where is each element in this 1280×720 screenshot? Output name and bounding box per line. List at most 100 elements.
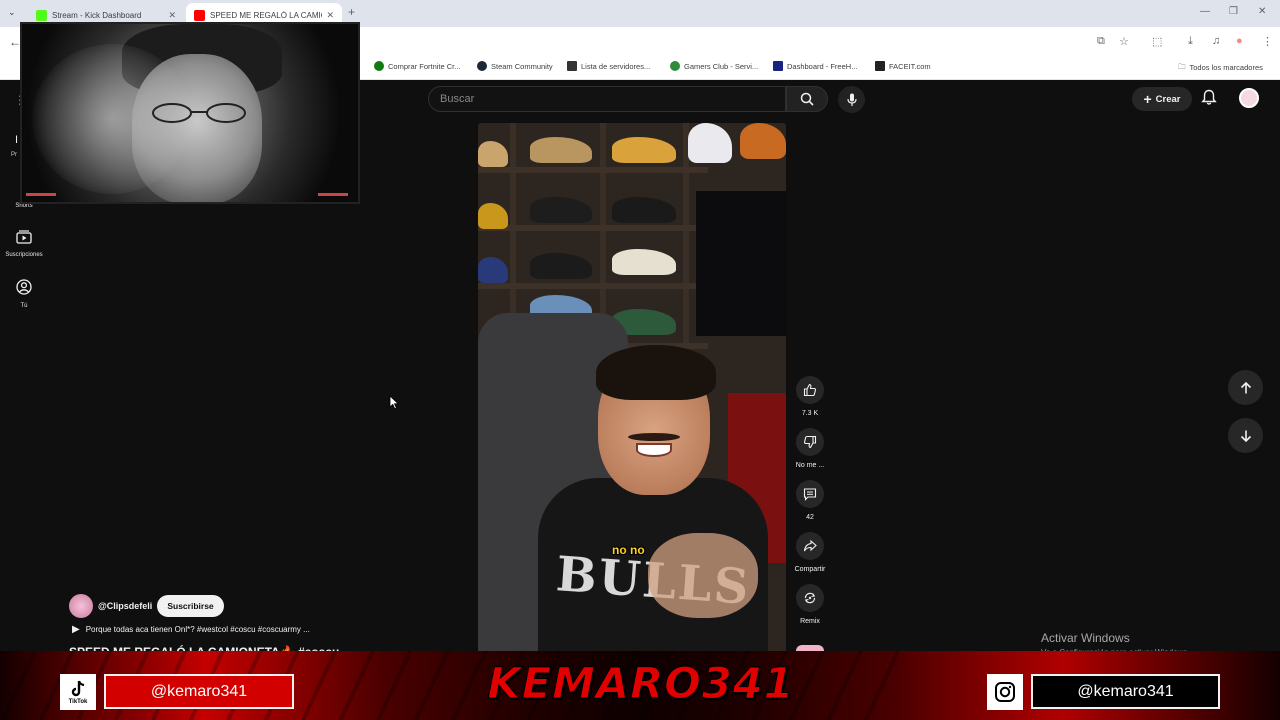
webcam-bar-right bbox=[318, 193, 348, 196]
dislike-button[interactable]: No me ... bbox=[786, 428, 834, 469]
xbox-icon bbox=[374, 61, 384, 71]
bookmark-label: Lista de servidores... bbox=[581, 61, 651, 71]
all-bookmarks-folder[interactable]: 🗀 Todos los marcadores bbox=[1178, 61, 1263, 74]
remix-button[interactable]: Remix bbox=[786, 584, 834, 625]
minimize-icon[interactable]: — bbox=[1200, 6, 1210, 17]
gamersclub-icon bbox=[670, 61, 680, 71]
plus-icon: + bbox=[1143, 91, 1152, 107]
you-icon bbox=[16, 279, 32, 295]
dislike-label: No me ... bbox=[795, 462, 825, 469]
sidebar-item-you[interactable]: Tú bbox=[0, 279, 48, 309]
tab-title: Stream - Kick Dashboard bbox=[52, 10, 142, 20]
channel-name[interactable]: @Clipsdefeli bbox=[98, 601, 152, 611]
share-button[interactable]: Compartir bbox=[786, 532, 834, 573]
smile bbox=[636, 443, 672, 457]
search-icon bbox=[800, 92, 814, 106]
restore-icon[interactable]: ❐ bbox=[1229, 6, 1238, 17]
home-partial-icon[interactable]: I bbox=[15, 134, 18, 146]
bookmark-item[interactable]: Dashboard - FreeH... bbox=[773, 61, 857, 71]
sneaker bbox=[478, 257, 508, 283]
subscribe-button[interactable]: Suscribirse bbox=[157, 595, 224, 617]
sneaker bbox=[612, 137, 676, 163]
sneaker bbox=[530, 137, 592, 163]
channel-avatar[interactable] bbox=[69, 594, 93, 618]
screen: ⌄ Stream - Kick Dashboard ✕ SPEED ME REG… bbox=[0, 0, 1280, 720]
mouse-cursor-icon bbox=[389, 395, 399, 410]
video-caption: no no bbox=[612, 543, 645, 557]
bookmark-item[interactable]: Comprar Fortnite Cr... bbox=[374, 61, 461, 71]
media-icon[interactable]: ♫ bbox=[1212, 35, 1220, 47]
glasses bbox=[152, 103, 246, 123]
bookmark-item[interactable]: FACEIT.com bbox=[875, 61, 931, 71]
sidebar-item-subscriptions[interactable]: Suscripciones bbox=[0, 230, 48, 258]
faceit-icon bbox=[875, 61, 885, 71]
sidebar-item-label: Tú bbox=[20, 303, 28, 309]
webcam-bar-left bbox=[26, 193, 56, 196]
tab-close-icon[interactable]: ✕ bbox=[326, 10, 334, 21]
shelf bbox=[478, 225, 708, 231]
instagram-logo bbox=[987, 674, 1023, 710]
bookmark-item[interactable]: Gamers Club - Servi... bbox=[670, 61, 758, 71]
new-tab-button[interactable]: + bbox=[348, 5, 355, 19]
search-input[interactable]: Buscar bbox=[428, 86, 786, 112]
activate-windows-title: Activar Windows bbox=[1041, 631, 1130, 645]
search-button[interactable] bbox=[786, 86, 828, 112]
sidebar-item-label: Suscripciones bbox=[5, 252, 43, 258]
tiktok-logo: TikTok bbox=[60, 674, 96, 710]
sneaker bbox=[612, 249, 676, 275]
shelf bbox=[478, 167, 708, 173]
profile-icon[interactable]: ● bbox=[1236, 35, 1243, 47]
comments-button[interactable]: 42 bbox=[786, 480, 834, 521]
youtube-icon bbox=[194, 9, 205, 21]
bookmark-label: FACEIT.com bbox=[889, 61, 931, 71]
shelf bbox=[478, 283, 708, 289]
bookmark-item[interactable]: Steam Community bbox=[477, 61, 553, 71]
tab-search-chevron-icon[interactable]: ⌄ bbox=[8, 7, 16, 18]
bookmark-label: Steam Community bbox=[491, 61, 553, 71]
download-icon[interactable]: ⤓ bbox=[1188, 35, 1193, 48]
bookmark-label: Comprar Fortnite Cr... bbox=[388, 61, 461, 71]
sneaker-box bbox=[688, 123, 732, 163]
share-label: Compartir bbox=[794, 566, 826, 573]
tab-title: SPEED ME REGALÓ LA CAMIONE bbox=[210, 10, 322, 20]
create-label: Crear bbox=[1155, 93, 1181, 105]
sneaker bbox=[612, 197, 676, 223]
comment-icon bbox=[803, 488, 817, 501]
subscriptions-icon bbox=[16, 230, 32, 244]
next-short-button[interactable] bbox=[1228, 418, 1263, 453]
tiktok-label: TikTok bbox=[68, 698, 88, 705]
dashboard-icon bbox=[773, 61, 783, 71]
bookmark-label: Dashboard - FreeH... bbox=[787, 61, 858, 71]
sneaker bbox=[530, 253, 592, 279]
account-avatar[interactable] bbox=[1239, 88, 1259, 108]
comment-count: 42 bbox=[806, 514, 814, 521]
search-placeholder: Buscar bbox=[440, 93, 475, 105]
notifications-bell-icon[interactable] bbox=[1201, 89, 1217, 106]
menu-icon[interactable]: ⋮ bbox=[1262, 35, 1273, 48]
person-hair bbox=[596, 345, 716, 400]
tab-close-icon[interactable]: ✕ bbox=[168, 10, 176, 21]
video-description[interactable]: ▶ Porque todas aca tienen Onl*? #westcol… bbox=[72, 624, 310, 635]
like-icon bbox=[803, 383, 817, 397]
bookmark-label: Todos los marcadores bbox=[1189, 63, 1263, 72]
like-button[interactable]: 7.3 K bbox=[786, 376, 834, 417]
remix-icon bbox=[804, 592, 816, 604]
steam-icon bbox=[477, 61, 487, 71]
window-close-icon[interactable]: ✕ bbox=[1258, 6, 1266, 17]
voice-search-button[interactable] bbox=[838, 86, 865, 113]
mustache bbox=[628, 433, 680, 441]
tiktok-icon bbox=[71, 680, 85, 696]
previous-short-button[interactable] bbox=[1228, 370, 1263, 405]
tiktok-handle: @kemaro341 bbox=[104, 674, 294, 709]
install-app-icon[interactable]: ⧉ bbox=[1097, 35, 1105, 48]
share-icon bbox=[803, 539, 817, 552]
bookmark-label: Gamers Club - Servi... bbox=[684, 61, 759, 71]
create-button[interactable]: + Crear bbox=[1132, 87, 1192, 111]
bookmark-item[interactable]: Lista de servidores... bbox=[567, 61, 650, 71]
arrow-down-icon bbox=[1240, 430, 1251, 442]
bookmark-star-icon[interactable]: ☆ bbox=[1119, 35, 1129, 48]
instagram-icon bbox=[995, 682, 1015, 702]
shorts-video-player[interactable]: BULLS no no bbox=[478, 123, 786, 653]
extensions-icon[interactable]: ⬚ bbox=[1152, 35, 1162, 48]
sneaker bbox=[530, 197, 592, 223]
